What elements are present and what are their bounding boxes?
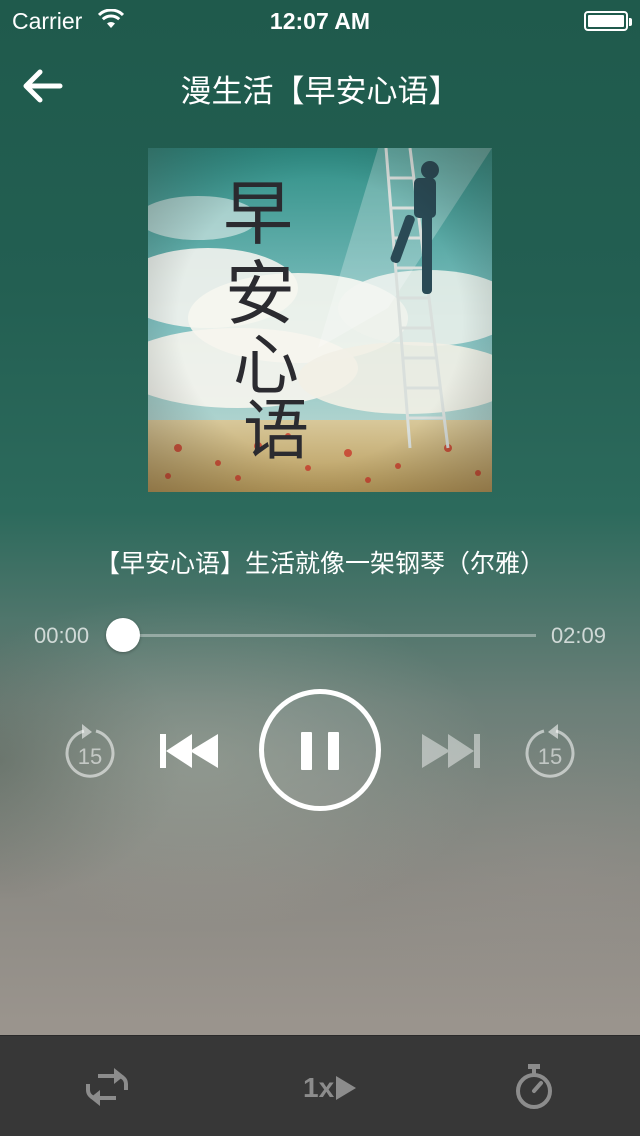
play-speed-button[interactable]: 1x: [303, 1072, 357, 1104]
previous-track-button[interactable]: [158, 732, 220, 770]
forward-15-button[interactable]: 15: [522, 722, 578, 780]
rewind-15-icon: 15: [65, 724, 115, 778]
forward-15-icon: 15: [525, 724, 575, 778]
progress-thumb[interactable]: [106, 618, 140, 652]
clock: 12:07 AM: [269, 8, 371, 34]
pause-button[interactable]: [259, 689, 381, 811]
play-speed-label: 1x: [303, 1072, 335, 1103]
total-time: 02:09: [550, 623, 606, 648]
rewind-15-button[interactable]: 15: [62, 722, 118, 780]
svg-text:15: 15: [78, 744, 102, 769]
bottom-toolbar: 1x: [0, 1035, 640, 1136]
current-time: 00:00: [34, 623, 90, 648]
svg-text:15: 15: [538, 744, 562, 769]
timer-icon[interactable]: [514, 1063, 554, 1111]
page-title: 漫生活【早安心语】: [180, 74, 460, 110]
status-bar: Carrier 12:07 AM: [0, 0, 640, 40]
pause-icon: [301, 732, 312, 770]
next-track-icon: [422, 734, 480, 768]
previous-track-icon: [160, 734, 218, 768]
next-track-button[interactable]: [420, 732, 482, 770]
track-title: 【早安心语】生活就像一架钢琴（尔雅）: [94, 549, 545, 578]
progress-slider[interactable]: [106, 618, 536, 652]
album-cover: 早 安 心 语: [148, 148, 492, 492]
play-speed-icon: [336, 1076, 357, 1100]
battery-icon: [584, 11, 632, 31]
pause-icon-bar: [328, 732, 339, 770]
repeat-icon[interactable]: [84, 1068, 130, 1106]
